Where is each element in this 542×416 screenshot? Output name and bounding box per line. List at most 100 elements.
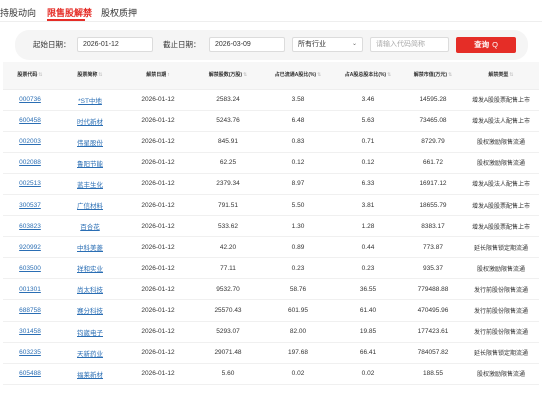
stock-name-link[interactable]: *ST中地 [57,89,123,111]
stock-code-link[interactable]: 603235 [3,342,57,364]
stock-code-link[interactable]: 002088 [3,152,57,174]
table-row: 300537 广信材料 2026-01-12 791.51 5.50 3.81 18655.… [3,194,539,217]
cell-market-value: 14595.28 [403,89,463,111]
stock-code-link[interactable]: 603823 [3,215,57,238]
cell-date: 2026-01-12 [123,342,193,364]
query-button[interactable]: 查询 Q [456,37,516,53]
stock-name-link[interactable]: 祥和实业 [57,257,123,280]
cell-date: 2026-01-12 [123,278,193,301]
cell-shares: 2583.24 [193,89,263,111]
stock-name-link[interactable]: 时代新材 [57,110,123,132]
cell-float-ratio: 1.30 [263,215,333,238]
cell-date: 2026-01-12 [123,89,193,111]
sort-icon[interactable]: ⇅ [317,72,321,78]
sort-icon[interactable]: ↑ [167,72,170,78]
stock-code-link[interactable]: 605488 [3,363,57,385]
sort-icon[interactable]: ⇅ [387,72,391,78]
cell-total-ratio: 5.63 [333,110,403,132]
table-row: 603500 祥和实业 2026-01-12 77.11 0.23 0.23 935.37 股… [3,257,539,280]
cell-float-ratio: 0.23 [263,257,333,280]
cell-type: 增发A股股票配售上市 [463,194,539,217]
cell-total-ratio: 1.28 [333,215,403,238]
cell-total-ratio: 0.12 [333,152,403,174]
stock-code-link[interactable]: 002003 [3,131,57,153]
cell-total-ratio: 0.23 [333,257,403,280]
cell-total-ratio: 19.85 [333,321,403,343]
cell-type: 发行前股份限售流通 [463,321,539,343]
stock-code-link[interactable]: 001301 [3,278,57,301]
stock-code-link[interactable]: 300537 [3,194,57,217]
end-date-label: 截止日期： [163,40,201,49]
stock-code-link[interactable]: 002513 [3,173,57,195]
sort-icon[interactable]: ⇅ [38,72,42,78]
end-date-input[interactable]: 2026-03-09 [209,37,285,52]
chevron-down-icon: ⌄ [351,41,357,47]
stock-name-link[interactable]: 中科美菱 [57,236,123,259]
tab-holdings[interactable]: 持股动向 [0,6,36,19]
cell-float-ratio: 197.68 [263,342,333,364]
cell-float-ratio: 0.83 [263,131,333,153]
column-header-label: 占已流通A股比(%) [274,72,317,79]
column-header-type[interactable]: 解禁类型⇅ [463,62,539,90]
column-header-float-ratio[interactable]: 占已流通A股比(%)⇅ [263,62,333,90]
cell-float-ratio: 8.97 [263,173,333,195]
cell-market-value: 8729.79 [403,131,463,153]
cell-total-ratio: 36.55 [333,278,403,301]
stock-name-link[interactable]: 天新药业 [57,342,123,364]
stock-code-link[interactable]: 920992 [3,236,57,259]
stock-name-link[interactable]: 广信材料 [57,194,123,217]
cell-float-ratio: 82.00 [263,321,333,343]
cell-float-ratio: 601.95 [263,299,333,322]
industry-select-value: 所有行业 [298,41,326,48]
tab-equity-pledge[interactable]: 股权质押 [101,6,137,19]
stock-code-link[interactable]: 600458 [3,110,57,132]
stock-code-link[interactable]: 688758 [3,299,57,322]
table-row: 002003 伟星股份 2026-01-12 845.91 0.83 0.71 8729.7… [3,131,539,153]
cell-market-value: 16917.12 [403,173,463,195]
table-header-row: 股票代码⇅ 股票简称⇅ 解禁日期↑ 解禁股数(万股)⇅ 占已流通A股比(%)⇅ 占A股总股… [3,62,539,90]
table-row: 920992 中科美菱 2026-01-12 42.20 0.89 0.44 773.87 延… [3,236,539,259]
stock-code-link[interactable]: 301458 [3,321,57,343]
column-header-label: 占A股总股本比(%) [344,72,387,79]
start-date-input[interactable]: 2026-01-12 [77,37,153,52]
cell-date: 2026-01-12 [123,236,193,259]
column-header-shares[interactable]: 解禁股数(万股)⇅ [193,62,263,90]
table-row: 001301 尚太科技 2026-01-12 9532.70 58.76 36.55 779… [3,278,539,301]
table-row: 603235 天新药业 2026-01-12 29071.48 197.68 66.41 7… [3,342,539,364]
column-header-date[interactable]: 解禁日期↑ [123,62,193,90]
stock-name-link[interactable]: 福莱新材 [57,363,123,385]
active-tab-indicator [47,19,85,21]
cell-market-value: 188.55 [403,363,463,385]
tab-restricted-unlock[interactable]: 限售股解禁 [47,6,92,19]
cell-date: 2026-01-12 [123,194,193,217]
column-header-market-value[interactable]: 解禁市值(万元)⇅ [403,62,463,90]
stock-name-link[interactable]: 伟星股份 [57,131,123,153]
table-row: 600458 时代新材 2026-01-12 5243.76 6.48 5.63 73465… [3,110,539,132]
sort-icon[interactable]: ⇅ [243,72,247,78]
stock-name-link[interactable]: 钧崴电子 [57,321,123,343]
stock-name-link[interactable]: 百合花 [57,215,123,238]
cell-type: 发行前股份限售流通 [463,299,539,322]
column-header-label: 解禁市值(万元) [413,72,448,79]
cell-shares: 845.91 [193,131,263,153]
cell-date: 2026-01-12 [123,110,193,132]
cell-float-ratio: 0.89 [263,236,333,259]
cell-shares: 62.25 [193,152,263,174]
stock-name-link[interactable]: 鲁阳节能 [57,152,123,174]
sort-icon[interactable]: ⇅ [98,72,102,78]
cell-type: 发行前股份限售流通 [463,278,539,301]
stock-name-link[interactable]: 赛分科技 [57,299,123,322]
cell-market-value: 470495.96 [403,299,463,322]
industry-select[interactable]: 所有行业 ⌄ [292,37,363,52]
column-header-name[interactable]: 股票简称⇅ [57,62,123,90]
search-input[interactable]: 请输入代码简称 [370,37,449,52]
sort-icon[interactable]: ⇅ [509,72,513,78]
column-header-total-ratio[interactable]: 占A股总股本比(%)⇅ [333,62,403,90]
stock-code-link[interactable]: 603500 [3,257,57,280]
stock-code-link[interactable]: 000736 [3,89,57,111]
stock-name-link[interactable]: 蓝丰生化 [57,173,123,195]
column-header-code[interactable]: 股票代码⇅ [3,62,57,90]
sort-icon[interactable]: ⇅ [448,72,452,78]
stock-name-link[interactable]: 尚太科技 [57,278,123,301]
cell-total-ratio: 0.02 [333,363,403,385]
